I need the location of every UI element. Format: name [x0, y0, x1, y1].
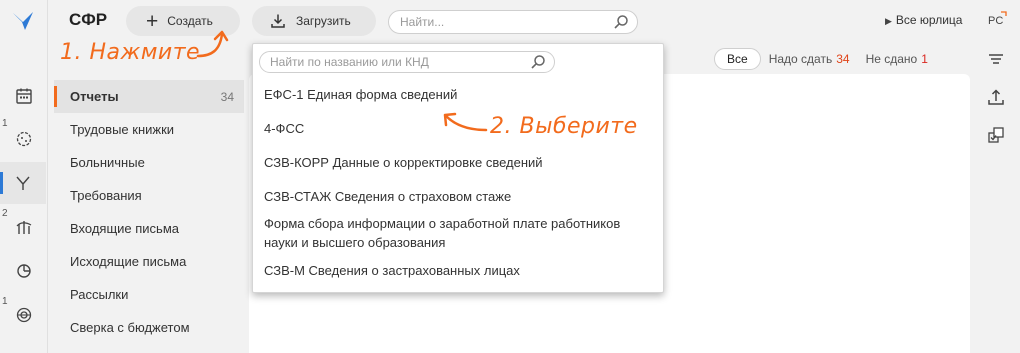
filter-tabs: Все Надо сдать 34 Не сдано 1	[714, 48, 936, 70]
filter-all[interactable]: Все	[714, 48, 761, 70]
calendar-icon[interactable]	[12, 84, 36, 108]
sidebar-item-label: Трудовые книжки	[70, 122, 175, 137]
app-root: 1 34 2 1 СФР + Создать Загрузить	[0, 0, 1020, 353]
dropdown-item-szv-korr[interactable]: СЗВ-КОРР Данные о корректировке сведений	[253, 153, 554, 172]
org-selector[interactable]: ▶ Все юрлица	[885, 13, 962, 27]
chart-bars-icon[interactable]	[12, 216, 36, 240]
filter-not-sent-count: 1	[921, 52, 928, 66]
app-rail: 1 34 2 1	[0, 0, 48, 353]
upload-button[interactable]: Загрузить	[252, 6, 376, 36]
sidebar-item-label: Отчеты	[70, 89, 119, 104]
svg-text:PC: PC	[988, 15, 1003, 27]
dropdown-search-input[interactable]	[270, 52, 530, 72]
search-input[interactable]	[400, 11, 610, 33]
y-logo-icon[interactable]	[0, 162, 46, 204]
sort-icon[interactable]	[984, 47, 1008, 71]
dropdown-search	[259, 51, 555, 73]
create-dropdown-menu: ЕФС-1 Единая форма сведений 4-ФСС СЗВ-КО…	[252, 43, 664, 293]
create-button-label: Создать	[167, 14, 213, 28]
search-icon[interactable]	[613, 14, 629, 30]
user-icon: PC	[988, 11, 1007, 27]
filter-not-sent-label: Не сдано	[865, 52, 918, 66]
filter-due-count: 34	[836, 52, 850, 66]
sidebar-item-requirements[interactable]: Требования	[54, 179, 244, 212]
globe-icon[interactable]	[12, 303, 36, 327]
caret-right-icon: ▶	[885, 16, 892, 26]
dropdown-item-szv-stazh[interactable]: СЗВ-СТАЖ Сведения о страховом стаже	[253, 187, 522, 206]
sidebar-item-work-books[interactable]: Трудовые книжки	[54, 113, 244, 146]
dropdown-item-4fss[interactable]: 4-ФСС	[253, 119, 315, 138]
sidebar-item-label: Требования	[70, 188, 142, 203]
sidebar-item-label: Исходящие письма	[70, 254, 187, 269]
rail-badge: 1	[2, 296, 8, 307]
dropdown-item-szv-m[interactable]: СЗВ-М Сведения о застрахованных лицах	[253, 261, 531, 280]
filter-not-sent[interactable]: Не сдано 1	[858, 48, 936, 70]
plus-icon: +	[146, 9, 159, 33]
logo-icon[interactable]	[10, 8, 36, 34]
user-avatar[interactable]: PC	[986, 10, 1008, 37]
compare-icon[interactable]	[984, 123, 1008, 147]
dropdown-item-science-salary[interactable]: Форма сбора информации о заработной плат…	[253, 214, 658, 252]
export-icon[interactable]	[984, 85, 1008, 109]
rail-active-marker	[0, 172, 3, 194]
filter-all-label: Все	[727, 52, 748, 66]
annotation-step1: 1. Нажмите	[60, 40, 201, 65]
sidebar-item-mailings[interactable]: Рассылки	[54, 278, 244, 311]
annotation-arrow-icon	[443, 112, 488, 132]
sidebar-item-label: Рассылки	[70, 287, 129, 302]
annotation-arrow-icon	[196, 30, 229, 58]
sidebar-item-label: Входящие письма	[70, 221, 179, 236]
pie-chart-icon[interactable]	[12, 258, 36, 282]
sidebar-item-label: Больничные	[70, 155, 145, 170]
filter-due[interactable]: Надо сдать 34	[761, 48, 858, 70]
upload-button-label: Загрузить	[296, 14, 351, 28]
rail-badge: 2	[2, 208, 8, 219]
cookie-icon[interactable]	[12, 127, 36, 151]
org-label: Все юрлица	[895, 13, 963, 27]
sidebar-nav: Отчеты 34 Трудовые книжки Больничные Тре…	[54, 80, 244, 344]
sidebar-item-label: Сверка с бюджетом	[70, 320, 190, 335]
rail-badge: 1	[2, 118, 8, 129]
sidebar-item-incoming[interactable]: Входящие письма	[54, 212, 244, 245]
sidebar-item-reports[interactable]: Отчеты 34	[54, 80, 244, 113]
search-icon[interactable]	[530, 54, 546, 70]
sidebar-item-budget-check[interactable]: Сверка с бюджетом	[54, 311, 244, 344]
page-title: СФР	[69, 10, 108, 29]
filter-due-label: Надо сдать	[768, 52, 833, 66]
global-search	[388, 10, 638, 34]
sidebar-item-count: 34	[220, 89, 234, 104]
annotation-step2: 2. Выберите	[490, 114, 638, 139]
dropdown-item-efs1[interactable]: ЕФС-1 Единая форма сведений	[253, 85, 468, 104]
sidebar-item-outgoing[interactable]: Исходящие письма	[54, 245, 244, 278]
sidebar-item-sick-leave[interactable]: Больничные	[54, 146, 244, 179]
download-icon	[271, 14, 285, 28]
